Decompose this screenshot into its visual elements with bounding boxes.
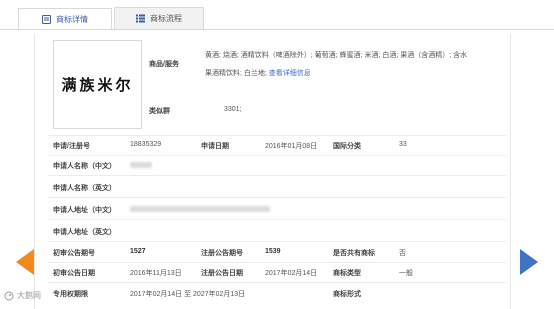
row-divider <box>48 282 506 283</box>
prelim-no-label: 初审公告期号 <box>53 250 95 257</box>
redacted-applicant-address <box>130 206 270 212</box>
row-divider <box>48 241 506 242</box>
site-watermark-text: 大鹅网 <box>17 291 41 300</box>
reg-pub-date-label: 注册公告日期 <box>201 270 243 277</box>
reg-pub-no-value: 1539 <box>265 248 281 255</box>
prelim-date-label: 初审公告日期 <box>53 270 95 277</box>
mark-type-value: 一般 <box>399 270 413 277</box>
tab-trademark-details[interactable]: 商标详情 <box>18 8 112 30</box>
address-cn-label: 申请人地址（中文） <box>53 207 116 214</box>
exclusive-value: 2017年02月14日 至 2027年02月13日 <box>130 291 246 298</box>
prev-arrow-icon[interactable] <box>16 249 34 275</box>
reg-pub-date-value: 2017年02月14日 <box>265 270 318 277</box>
trademark-image: 满族米尔 <box>53 40 142 129</box>
row-divider <box>48 197 506 198</box>
applicant-cn-label: 申请人名称（中文） <box>53 163 116 170</box>
tab-trademark-process[interactable]: 商标流程 <box>114 7 204 29</box>
view-details-link[interactable]: 查看详细信息 <box>269 70 311 77</box>
next-arrow-icon[interactable] <box>520 249 538 275</box>
tab-label: 商标流程 <box>150 14 182 23</box>
reg-pub-no-label: 注册公告期号 <box>201 250 243 257</box>
goods-label: 商品/服务 <box>149 61 179 68</box>
document-icon <box>42 15 51 24</box>
row-divider <box>48 262 506 263</box>
goods-line-1: 黄酒; 烧酒; 酒精饮料（啤酒除外）; 葡萄酒; 蜂蜜酒; 米酒; 白酒; 果酒… <box>205 52 468 59</box>
address-en-label: 申请人地址（英文） <box>53 229 116 236</box>
mark-type-label: 商标类型 <box>333 270 361 277</box>
goods-list: 黄酒; 烧酒; 酒精饮料（啤酒除外）; 葡萄酒; 蜂蜜酒; 米酒; 白酒; 果酒… <box>205 47 502 83</box>
prelim-no-value: 1527 <box>130 248 146 255</box>
app-date-label: 申请日期 <box>201 143 229 150</box>
class-label: 类似群 <box>149 108 170 115</box>
reg-no-value: 18835329 <box>130 141 162 148</box>
row-divider <box>48 175 506 176</box>
app-date-value: 2016年01月08日 <box>265 143 318 150</box>
class-value: 3301; <box>224 106 242 113</box>
mark-form-label: 商标形式 <box>333 291 361 298</box>
tab-bar: 商标详情 商标流程 <box>18 7 204 30</box>
redacted-applicant-name <box>130 162 152 168</box>
site-watermark: 大鹅网 <box>4 290 41 301</box>
goose-logo-icon <box>4 291 14 300</box>
shared-label: 是否共有商标 <box>333 250 375 257</box>
tab-divider <box>0 29 554 30</box>
row-divider <box>48 135 506 136</box>
list-icon <box>136 14 145 23</box>
exclusive-label: 专用权期限 <box>53 291 88 298</box>
tab-label: 商标详情 <box>56 15 88 24</box>
intl-class-value: 33 <box>399 141 407 148</box>
trademark-text: 满族米尔 <box>61 76 134 94</box>
goods-line-2: 果酒精饮料; 白兰地; 查看详细信息 <box>205 70 311 77</box>
shared-value: 否 <box>399 250 406 257</box>
prelim-date-value: 2016年11月13日 <box>130 270 182 277</box>
row-divider <box>48 219 506 220</box>
reg-no-label: 申请/注册号 <box>53 143 90 150</box>
row-divider <box>48 155 506 156</box>
applicant-en-label: 申请人名称（英文） <box>53 185 116 192</box>
intl-class-label: 国际分类 <box>333 143 361 150</box>
